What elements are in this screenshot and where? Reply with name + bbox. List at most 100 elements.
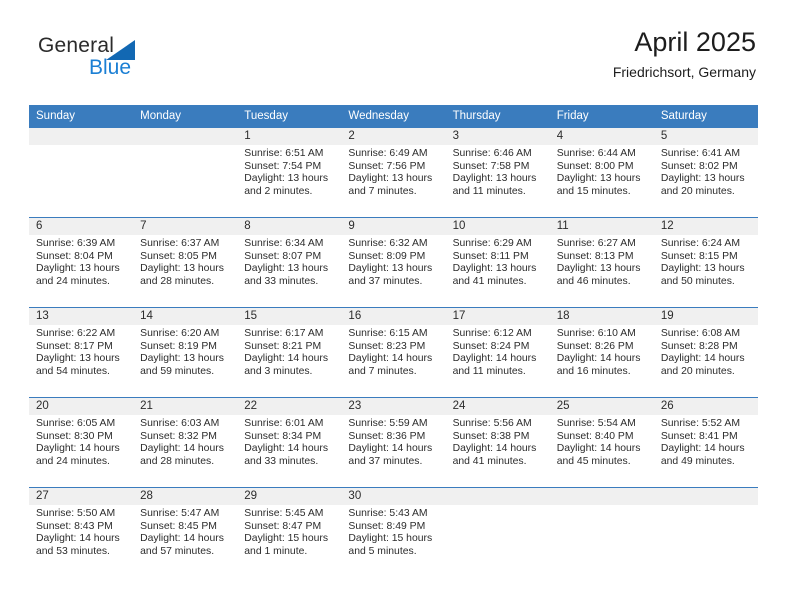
day-number — [445, 488, 550, 505]
calendar-day-cell[interactable]: 29 Sunrise: 5:45 AM Sunset: 8:47 PM Dayligh… — [237, 487, 342, 577]
calendar-cell-inner — [445, 488, 550, 577]
day-sun-info: Sunrise: 5:43 AM Sunset: 8:49 PM Daylight:… — [341, 505, 445, 558]
calendar-cell-inner: 2 Sunrise: 6:49 AM Sunset: 7:56 PM Daylight… — [341, 128, 446, 217]
calendar-day-cell[interactable]: 18 Sunrise: 6:10 AM Sunset: 8:26 PM Dayligh… — [549, 307, 654, 398]
daylight-text-line2: and 24 minutes. — [36, 275, 110, 287]
sunrise-text: Sunrise: 6:29 AM — [452, 238, 532, 249]
calendar-day-cell[interactable]: 30 Sunrise: 5:43 AM Sunset: 8:49 PM Dayligh… — [341, 487, 446, 577]
calendar-cell-empty — [549, 487, 654, 577]
calendar-day-cell[interactable]: 16 Sunrise: 6:15 AM Sunset: 8:23 PM Dayligh… — [341, 307, 446, 398]
daylight-text-line2: and 41 minutes. — [452, 275, 527, 287]
day-number: 15 — [237, 308, 342, 325]
calendar-day-cell[interactable]: 2 Sunrise: 6:49 AM Sunset: 7:56 PM Daylight… — [341, 128, 446, 218]
sunset-text: Sunset: 8:21 PM — [244, 340, 322, 352]
daylight-text-line2: and 54 minutes. — [36, 365, 110, 377]
calendar-day-cell[interactable]: 4 Sunrise: 6:44 AM Sunset: 8:00 PM Daylight… — [549, 128, 654, 218]
sunrise-text: Sunrise: 6:05 AM — [36, 418, 116, 429]
day-number — [549, 488, 654, 505]
day-sun-info: Sunrise: 6:05 AM Sunset: 8:30 PM Daylight:… — [29, 415, 133, 468]
sunrise-text: Sunrise: 6:32 AM — [348, 238, 428, 249]
sunrise-text: Sunrise: 6:41 AM — [660, 148, 740, 159]
calendar-cell-inner: 27 Sunrise: 5:50 AM Sunset: 8:43 PM Dayligh… — [29, 488, 134, 577]
calendar-day-cell[interactable]: 6 Sunrise: 6:39 AM Sunset: 8:04 PM Daylight… — [29, 217, 134, 308]
sunset-text: Sunset: 8:19 PM — [140, 340, 217, 352]
calendar-day-cell[interactable]: 3 Sunrise: 6:46 AM Sunset: 7:58 PM Daylight… — [445, 128, 550, 218]
general-blue-logo[interactable]: General Blue — [38, 34, 218, 84]
day-sun-info: Sunrise: 5:54 AM Sunset: 8:40 PM Daylight:… — [550, 415, 654, 468]
calendar-cell-inner: 5 Sunrise: 6:41 AM Sunset: 8:02 PM Daylight… — [653, 128, 758, 217]
sunset-text: Sunset: 8:23 PM — [348, 340, 426, 352]
calendar-day-cell[interactable]: 20 Sunrise: 6:05 AM Sunset: 8:30 PM Dayligh… — [29, 397, 134, 488]
day-number: 8 — [237, 218, 342, 235]
calendar-day-cell[interactable]: 24 Sunrise: 5:56 AM Sunset: 8:38 PM Dayligh… — [445, 397, 550, 488]
calendar-day-cell[interactable]: 22 Sunrise: 6:01 AM Sunset: 8:34 PM Dayligh… — [237, 397, 342, 488]
sunrise-text: Sunrise: 6:12 AM — [452, 328, 532, 339]
daylight-text-line1: Daylight: 14 hours — [140, 533, 224, 545]
calendar-day-cell[interactable]: 15 Sunrise: 6:17 AM Sunset: 8:21 PM Dayligh… — [237, 307, 342, 398]
calendar-cell-inner: 8 Sunrise: 6:34 AM Sunset: 8:07 PM Daylight… — [237, 218, 342, 307]
calendar-day-cell[interactable]: 5 Sunrise: 6:41 AM Sunset: 8:02 PM Daylight… — [653, 128, 758, 218]
sunrise-text: Sunrise: 6:39 AM — [36, 238, 116, 249]
daylight-text-line2: and 16 minutes. — [556, 365, 631, 377]
calendar-table: Sunday Monday Tuesday Wednesday Thursday… — [29, 105, 758, 577]
calendar-week-row: 6 Sunrise: 6:39 AM Sunset: 8:04 PM Daylight… — [29, 217, 758, 308]
calendar-cell-inner — [549, 488, 654, 577]
calendar-day-cell[interactable]: 10 Sunrise: 6:29 AM Sunset: 8:11 PM Dayligh… — [445, 217, 550, 308]
sunset-text: Sunset: 8:24 PM — [452, 340, 530, 352]
calendar-day-cell[interactable]: 8 Sunrise: 6:34 AM Sunset: 8:07 PM Daylight… — [237, 217, 342, 308]
sunrise-text: Sunrise: 6:15 AM — [348, 328, 428, 339]
calendar-cell-inner: 17 Sunrise: 6:12 AM Sunset: 8:24 PM Dayligh… — [445, 308, 550, 397]
daylight-text-line2: and 20 minutes. — [660, 185, 735, 197]
daylight-text-line2: and 45 minutes. — [556, 455, 631, 467]
daylight-text-line2: and 41 minutes. — [452, 455, 527, 467]
sunrise-text: Sunrise: 5:45 AM — [244, 508, 324, 519]
calendar-day-cell[interactable]: 28 Sunrise: 5:47 AM Sunset: 8:45 PM Dayligh… — [133, 487, 238, 577]
day-number: 27 — [29, 488, 134, 505]
day-sun-info: Sunrise: 6:39 AM Sunset: 8:04 PM Daylight:… — [29, 235, 133, 288]
day-number: 13 — [29, 308, 134, 325]
daylight-text-line2: and 37 minutes. — [348, 275, 423, 287]
day-sun-info: Sunrise: 5:47 AM Sunset: 8:45 PM Daylight:… — [133, 505, 237, 558]
calendar-cell-empty — [445, 487, 550, 577]
calendar-day-cell[interactable]: 27 Sunrise: 5:50 AM Sunset: 8:43 PM Dayligh… — [29, 487, 134, 577]
day-sun-info: Sunrise: 6:27 AM Sunset: 8:13 PM Daylight:… — [550, 235, 654, 288]
sunrise-text: Sunrise: 6:08 AM — [660, 328, 740, 339]
day-number: 26 — [653, 398, 758, 415]
calendar-day-cell[interactable]: 21 Sunrise: 6:03 AM Sunset: 8:32 PM Dayligh… — [133, 397, 238, 488]
day-sun-info: Sunrise: 6:20 AM Sunset: 8:19 PM Daylight:… — [133, 325, 237, 378]
daylight-text-line2: and 20 minutes. — [660, 365, 735, 377]
calendar-day-cell[interactable]: 11 Sunrise: 6:27 AM Sunset: 8:13 PM Dayligh… — [549, 217, 654, 308]
calendar-cell-inner: 14 Sunrise: 6:20 AM Sunset: 8:19 PM Dayligh… — [133, 308, 238, 397]
day-number: 5 — [653, 128, 758, 145]
calendar-day-cell[interactable]: 13 Sunrise: 6:22 AM Sunset: 8:17 PM Dayligh… — [29, 307, 134, 398]
daylight-text-line1: Daylight: 14 hours — [36, 533, 120, 545]
sunrise-text: Sunrise: 6:01 AM — [244, 418, 324, 429]
calendar-cell-inner: 9 Sunrise: 6:32 AM Sunset: 8:09 PM Daylight… — [341, 218, 446, 307]
calendar-day-cell[interactable]: 12 Sunrise: 6:24 AM Sunset: 8:15 PM Dayligh… — [653, 217, 758, 308]
calendar-day-cell[interactable]: 19 Sunrise: 6:08 AM Sunset: 8:28 PM Dayligh… — [653, 307, 758, 398]
sunrise-text: Sunrise: 5:52 AM — [660, 418, 740, 429]
sunrise-text: Sunrise: 6:27 AM — [556, 238, 636, 249]
calendar-day-cell[interactable]: 14 Sunrise: 6:20 AM Sunset: 8:19 PM Dayligh… — [133, 307, 238, 398]
daylight-text-line1: Daylight: 14 hours — [452, 353, 537, 365]
daylight-text-line2: and 3 minutes. — [244, 365, 313, 377]
calendar-cell-inner: 23 Sunrise: 5:59 AM Sunset: 8:36 PM Dayligh… — [341, 398, 446, 487]
calendar-day-cell[interactable]: 7 Sunrise: 6:37 AM Sunset: 8:05 PM Daylight… — [133, 217, 238, 308]
calendar-cell-inner: 24 Sunrise: 5:56 AM Sunset: 8:38 PM Dayligh… — [445, 398, 550, 487]
calendar-cell-inner: 11 Sunrise: 6:27 AM Sunset: 8:13 PM Dayligh… — [549, 218, 654, 307]
day-sun-info: Sunrise: 6:17 AM Sunset: 8:21 PM Daylight:… — [237, 325, 341, 378]
sunset-text: Sunset: 8:36 PM — [348, 430, 426, 442]
calendar-day-cell[interactable]: 23 Sunrise: 5:59 AM Sunset: 8:36 PM Dayligh… — [341, 397, 446, 488]
calendar-day-cell[interactable]: 1 Sunrise: 6:51 AM Sunset: 7:54 PM Daylight… — [237, 128, 342, 218]
sunset-text: Sunset: 8:07 PM — [244, 250, 322, 262]
calendar-day-cell[interactable]: 9 Sunrise: 6:32 AM Sunset: 8:09 PM Daylight… — [341, 217, 446, 308]
day-number: 6 — [29, 218, 134, 235]
calendar-day-cell[interactable]: 25 Sunrise: 5:54 AM Sunset: 8:40 PM Dayligh… — [549, 397, 654, 488]
day-number: 19 — [653, 308, 758, 325]
day-sun-info: Sunrise: 6:32 AM Sunset: 8:09 PM Daylight:… — [341, 235, 445, 288]
sunset-text: Sunset: 8:11 PM — [452, 250, 529, 262]
daylight-text-line1: Daylight: 13 hours — [36, 353, 120, 365]
day-sun-info: Sunrise: 6:24 AM Sunset: 8:15 PM Daylight:… — [654, 235, 758, 288]
calendar-day-cell[interactable]: 26 Sunrise: 5:52 AM Sunset: 8:41 PM Dayligh… — [653, 397, 758, 488]
calendar-day-cell[interactable]: 17 Sunrise: 6:12 AM Sunset: 8:24 PM Dayligh… — [445, 307, 550, 398]
